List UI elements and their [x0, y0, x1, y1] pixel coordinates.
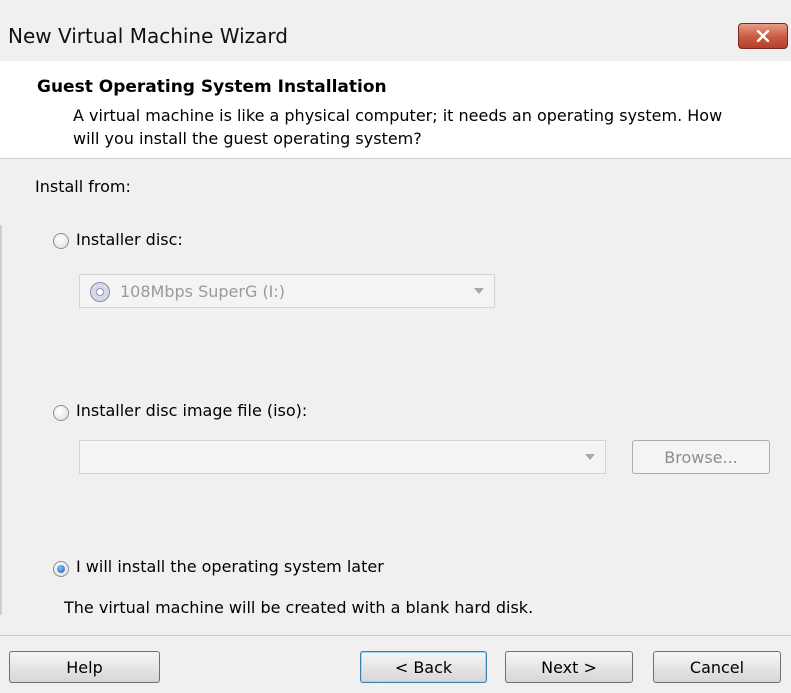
page-description: A virtual machine is like a physical com…	[73, 106, 723, 148]
next-button[interactable]: Next >	[505, 651, 633, 683]
window-title: New Virtual Machine Wizard	[8, 24, 288, 48]
installer-disc-label[interactable]: Installer disc:	[76, 230, 183, 249]
installer-disc-radio[interactable]	[53, 233, 69, 249]
left-border	[0, 225, 2, 615]
install-later-radio[interactable]	[53, 561, 69, 577]
iso-image-label[interactable]: Installer disc image file (iso):	[76, 401, 307, 420]
iso-image-radio[interactable]	[53, 405, 69, 421]
page-title: Guest Operating System Installation	[37, 77, 387, 97]
header-panel: Guest Operating System Installation A vi…	[0, 61, 791, 159]
install-from-label: Install from:	[35, 177, 131, 196]
disc-drive-select: 108Mbps SuperG (I:)	[79, 274, 495, 308]
install-later-note: The virtual machine will be created with…	[64, 598, 534, 617]
back-button[interactable]: < Back	[360, 651, 487, 683]
disc-drive-value: 108Mbps SuperG (I:)	[120, 282, 286, 301]
chevron-down-icon	[474, 288, 484, 294]
help-button[interactable]: Help	[9, 651, 160, 683]
close-icon	[756, 30, 770, 42]
close-button[interactable]	[738, 23, 788, 49]
chevron-down-icon	[585, 454, 595, 460]
install-later-label[interactable]: I will install the operating system late…	[76, 557, 384, 576]
disc-icon	[90, 282, 110, 302]
cancel-button[interactable]: Cancel	[653, 651, 781, 683]
footer-divider	[0, 635, 791, 636]
iso-path-select	[79, 440, 606, 474]
browse-button[interactable]: Browse...	[632, 440, 770, 474]
